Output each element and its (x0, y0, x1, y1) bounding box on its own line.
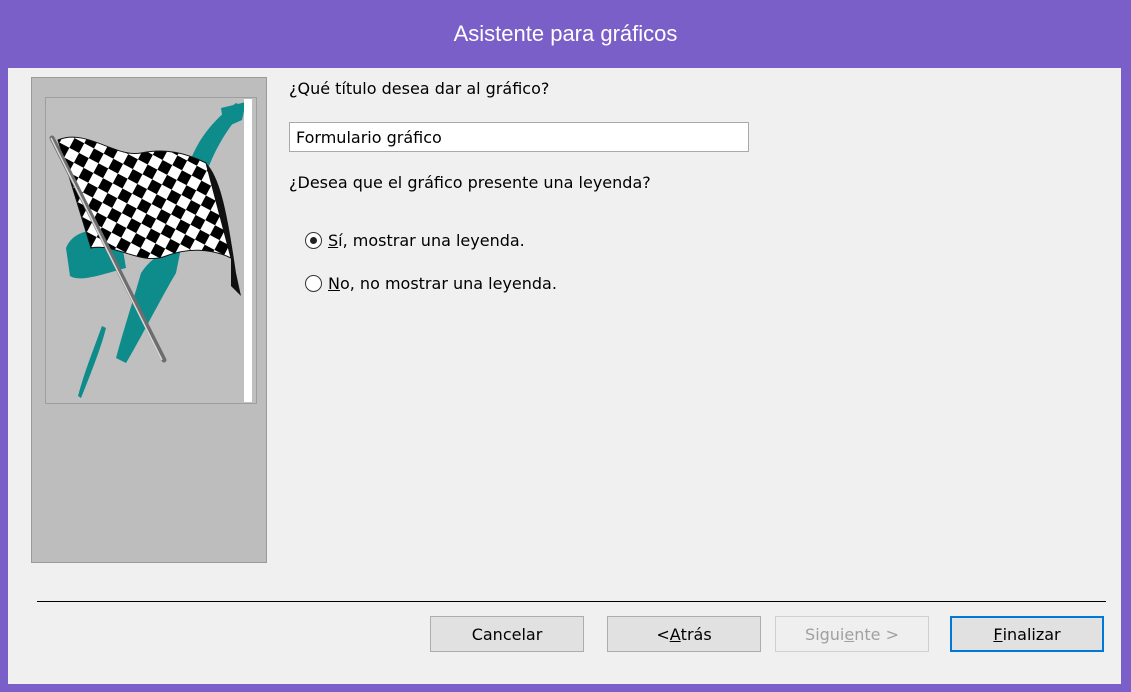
legend-question-label: ¿Desea que el gráfico presente una leyen… (289, 173, 651, 192)
radio-hide-legend-accel: N (328, 274, 340, 293)
footer-separator (37, 601, 1106, 602)
radio-show-legend[interactable]: Sí, mostrar una leyenda. (305, 231, 525, 250)
radio-hide-legend-circle[interactable] (305, 275, 322, 292)
window-title: Asistente para gráficos (453, 21, 678, 46)
finish-button[interactable]: Finalizar (950, 616, 1104, 652)
cancel-button[interactable]: Cancelar (430, 616, 584, 652)
title-question-accel: ¿ (289, 79, 298, 98)
wizard-body: ¿Qué título desea dar al gráfico? ¿Desea… (8, 68, 1121, 684)
back-button-accel: A (669, 624, 681, 644)
back-button[interactable]: < Atrás (607, 616, 761, 652)
next-button-prefix: Sigui (805, 624, 845, 644)
radio-hide-legend[interactable]: No, no mostrar una leyenda. (305, 274, 557, 293)
art-highlight-strip (244, 99, 252, 402)
title-question-label: ¿Qué título desea dar al gráfico? (289, 79, 549, 98)
chart-title-input[interactable] (289, 122, 749, 152)
next-button[interactable]: Sigui e nte > (775, 616, 929, 652)
radio-show-legend-accel: S (328, 231, 339, 250)
finish-button-text: inalizar (1002, 624, 1061, 644)
radio-show-legend-text: í, mostrar una leyenda. (338, 231, 525, 250)
wizard-side-panel (31, 77, 267, 563)
chart-wizard-window: Asistente para gráficos ¿Qué título dese… (0, 0, 1131, 692)
radio-show-legend-circle[interactable] (305, 232, 322, 249)
finish-button-accel: F (993, 624, 1003, 644)
radio-hide-legend-text: o, no mostrar una leyenda. (339, 274, 557, 293)
checkered-flag-icon (45, 97, 257, 404)
radio-show-legend-label: Sí, mostrar una leyenda. (328, 231, 525, 250)
title-bar[interactable]: Asistente para gráficos (0, 0, 1131, 76)
next-button-accel: e (844, 624, 855, 644)
radio-hide-legend-label: No, no mostrar una leyenda. (328, 274, 557, 293)
back-button-prefix: < (656, 624, 670, 644)
next-button-text: nte > (854, 624, 899, 644)
back-button-text: trás (680, 624, 712, 644)
title-question-text: Qué título desea dar al gráfico? (297, 79, 550, 98)
